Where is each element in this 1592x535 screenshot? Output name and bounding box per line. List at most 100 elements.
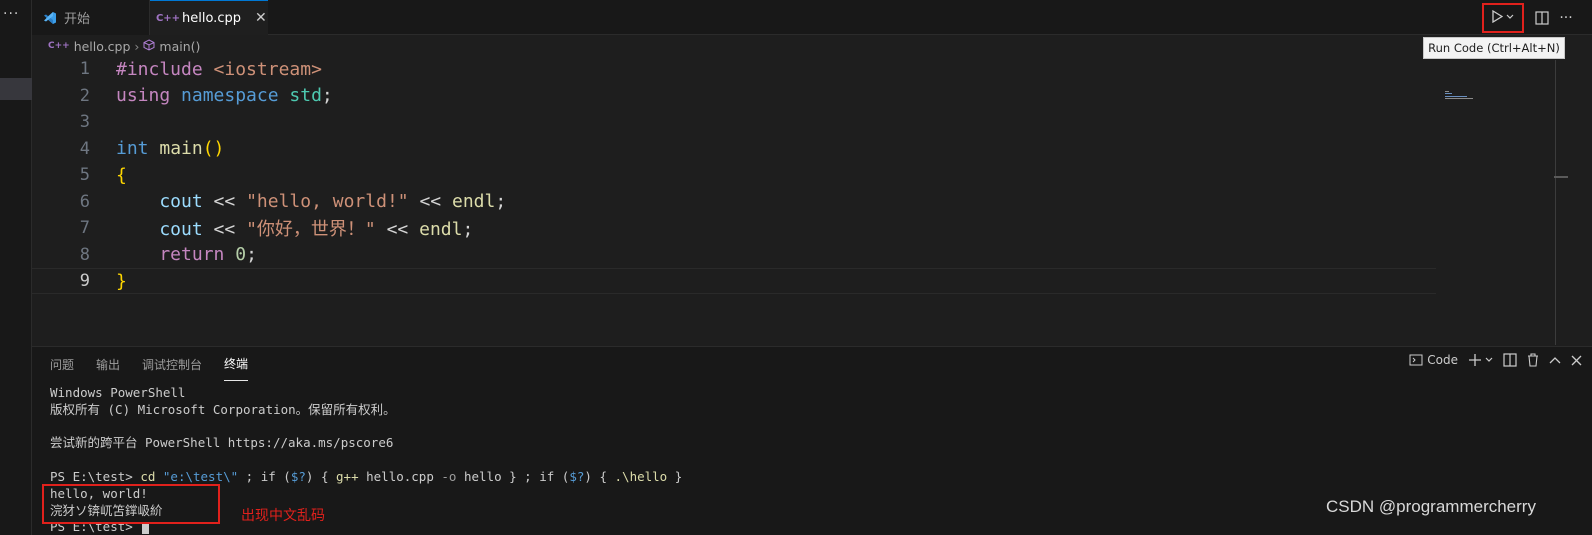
terminal-name: Code bbox=[1427, 353, 1458, 367]
terminal-line: Windows PowerShell bbox=[50, 385, 186, 400]
tab-output[interactable]: 输出 bbox=[96, 347, 120, 381]
cmd-part: hello.cpp bbox=[358, 468, 442, 484]
play-icon bbox=[1492, 9, 1504, 26]
code-token: } bbox=[116, 270, 127, 292]
breadcrumb-file[interactable]: hello.cpp bbox=[74, 39, 131, 54]
code-token: using bbox=[116, 85, 182, 106]
code-token: #include bbox=[116, 58, 214, 80]
line-number: 9 bbox=[79, 271, 90, 291]
chevron-down-icon[interactable] bbox=[1506, 13, 1514, 23]
line-number: 7 bbox=[79, 218, 90, 238]
cmd-part: hello } ; if ( bbox=[456, 468, 570, 484]
tab-terminal[interactable]: 终端 bbox=[224, 347, 249, 381]
split-terminal-icon[interactable] bbox=[1503, 353, 1517, 367]
prompt: PS E:\test> bbox=[50, 468, 141, 484]
trash-icon[interactable] bbox=[1527, 353, 1539, 367]
code-text: return 0; bbox=[116, 244, 257, 265]
line-number: 4 bbox=[79, 138, 90, 159]
line-number: 2 bbox=[79, 85, 90, 106]
cmd-path: "e:\test\" bbox=[162, 468, 239, 484]
code-editor[interactable]: 1 #include <iostream> 2 using namespace std… bbox=[32, 56, 1562, 346]
chevron-right-icon: › bbox=[134, 38, 140, 54]
minimap[interactable] bbox=[1443, 88, 1509, 102]
code-token: << bbox=[213, 219, 247, 240]
plus-icon bbox=[1469, 354, 1481, 366]
code-token: int bbox=[116, 138, 160, 159]
code-line[interactable]: 2 using namespace std; bbox=[32, 83, 1436, 109]
code-token: namespace bbox=[181, 85, 290, 106]
cmd-gpp: g++ bbox=[336, 468, 359, 484]
code-token: cout bbox=[116, 191, 214, 212]
more-icon[interactable]: ··· bbox=[3, 6, 19, 22]
vscode-icon bbox=[42, 10, 58, 26]
code-line[interactable]: 4 int main() bbox=[32, 136, 1436, 162]
code-line[interactable]: 7 cout << "你好，世界！" << endl; bbox=[32, 215, 1436, 241]
close-panel-icon[interactable] bbox=[1571, 355, 1582, 366]
more-actions-icon[interactable]: ··· bbox=[1554, 6, 1578, 30]
code-token: 0 bbox=[235, 244, 247, 265]
code-text: } bbox=[116, 271, 127, 292]
scroll-position-marker bbox=[1554, 176, 1568, 178]
code-token: ; bbox=[495, 191, 507, 212]
code-token: "hello, world!" bbox=[246, 191, 409, 212]
cmd-var: $? bbox=[569, 468, 585, 484]
line-number: 1 bbox=[79, 59, 90, 79]
run-code-button[interactable] bbox=[1482, 3, 1524, 33]
cmd-flag: -o bbox=[441, 468, 457, 484]
cpp-file-icon: C++ bbox=[155, 12, 181, 24]
cmd-part: ; if ( bbox=[238, 468, 291, 484]
code-line[interactable]: 6 cout << "hello, world!" << endl; bbox=[32, 189, 1436, 215]
tab-hello-cpp[interactable]: C++ hello.cpp ✕ bbox=[150, 0, 268, 35]
cmd-run: .\hello bbox=[614, 468, 668, 484]
code-text: cout << "你好，世界！" << endl; bbox=[116, 215, 473, 241]
editor-toolbar: ··· bbox=[1482, 3, 1578, 33]
code-token: << bbox=[213, 191, 247, 212]
tab-label: 开始 bbox=[64, 12, 91, 27]
code-line[interactable]: 9} bbox=[32, 268, 1436, 294]
code-line[interactable]: 8 return 0; bbox=[32, 242, 1436, 268]
breadcrumb: C++ hello.cpp › main() bbox=[48, 36, 200, 56]
activity-bar: ··· bbox=[0, 0, 32, 535]
editor-scrollbar[interactable] bbox=[1555, 60, 1556, 345]
code-token: { bbox=[116, 164, 127, 186]
code-token: () bbox=[202, 138, 225, 159]
code-token: return bbox=[116, 244, 236, 265]
cmd-part: ) { bbox=[584, 468, 615, 484]
annotation-label: 出现中文乱码 bbox=[241, 508, 325, 524]
code-line[interactable]: 1 #include <iostream> bbox=[32, 56, 1436, 82]
code-line[interactable]: 3 bbox=[32, 109, 1436, 135]
terminal-selector[interactable]: Code bbox=[1409, 353, 1458, 367]
close-icon[interactable]: ✕ bbox=[255, 10, 267, 26]
watermark: CSDN @programmercherry bbox=[1326, 497, 1536, 516]
cmd-part: ) { bbox=[305, 468, 337, 484]
code-text: int main() bbox=[116, 138, 224, 159]
tab-welcome[interactable]: 开始 bbox=[32, 0, 150, 35]
chevron-up-icon[interactable] bbox=[1549, 356, 1561, 364]
cube-icon bbox=[143, 38, 155, 54]
code-token: ; bbox=[462, 219, 474, 240]
code-text: using namespace std; bbox=[116, 85, 333, 106]
terminal-icon bbox=[1409, 354, 1423, 366]
panel-tabs: 问题 输出 调试控制台 终端 bbox=[50, 347, 270, 381]
code-text: cout << "hello, world!" << endl; bbox=[116, 191, 506, 212]
code-token: << bbox=[408, 191, 452, 212]
new-terminal-button[interactable] bbox=[1468, 353, 1493, 367]
activity-selected bbox=[0, 78, 32, 100]
breadcrumb-symbol[interactable]: main() bbox=[159, 39, 200, 54]
chevron-down-icon bbox=[1485, 357, 1493, 362]
split-editor-icon[interactable] bbox=[1530, 6, 1554, 30]
tab-problems[interactable]: 问题 bbox=[50, 347, 74, 381]
code-text: { bbox=[116, 165, 127, 186]
garbled-output-highlight bbox=[42, 484, 220, 524]
panel-actions: Code bbox=[1399, 353, 1582, 367]
code-token: "你好，世界！" bbox=[246, 219, 376, 240]
code-token: ; bbox=[321, 85, 333, 106]
tab-debug-console[interactable]: 调试控制台 bbox=[142, 347, 202, 381]
tab-label: hello.cpp bbox=[182, 10, 241, 26]
terminal-line: 尝试新的跨平台 PowerShell https://aka.ms/pscore… bbox=[50, 435, 394, 451]
code-line[interactable]: 5{ bbox=[32, 162, 1436, 188]
line-number: 3 bbox=[79, 112, 90, 132]
code-token: << bbox=[375, 219, 420, 240]
line-number: 8 bbox=[79, 244, 90, 265]
